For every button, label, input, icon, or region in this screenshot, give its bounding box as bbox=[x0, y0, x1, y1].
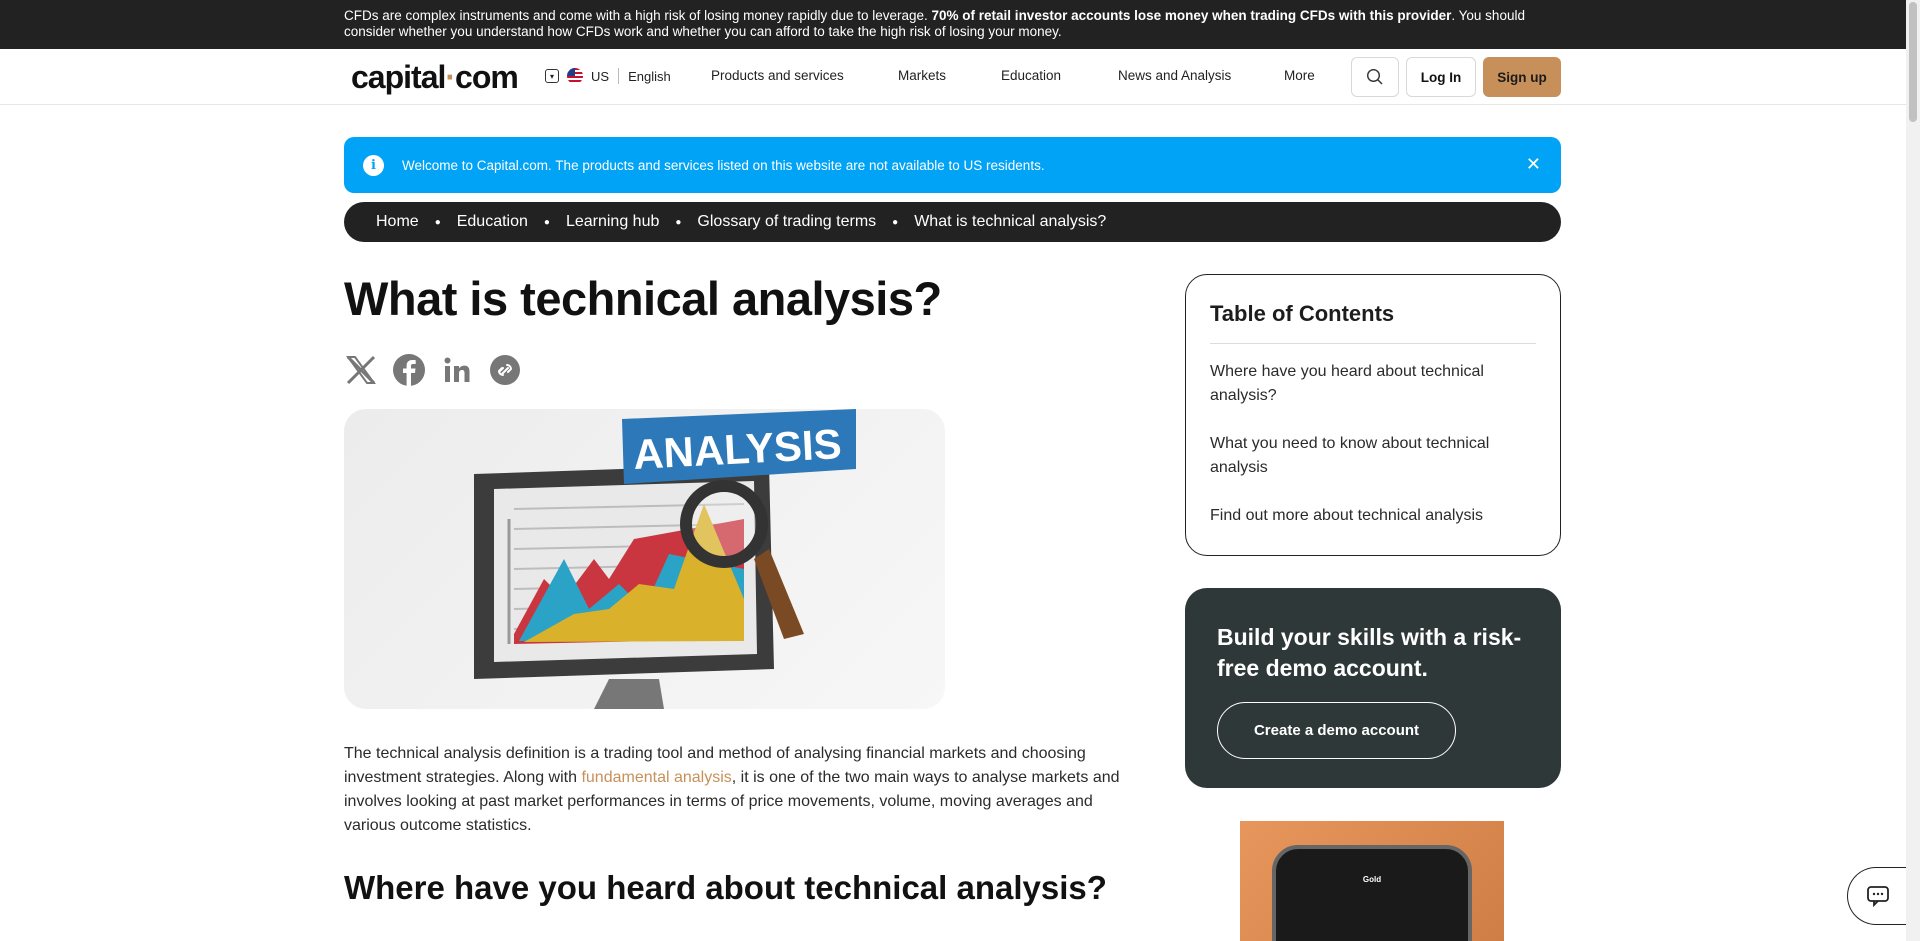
fundamental-analysis-link[interactable]: fundamental analysis bbox=[581, 769, 731, 786]
nav-products-and-services[interactable]: Products and services bbox=[711, 68, 844, 83]
page-title: What is technical analysis? bbox=[344, 272, 942, 325]
breadcrumb-learning-hub[interactable]: Learning hub bbox=[566, 213, 659, 231]
nav-news-and-analysis[interactable]: News and Analysis bbox=[1118, 68, 1231, 83]
page-scrollbar[interactable] bbox=[1906, 0, 1920, 941]
share-bar bbox=[344, 353, 522, 387]
capital-logo[interactable]: capital·com bbox=[351, 59, 519, 96]
table-of-contents: Table of Contents Where have you heard a… bbox=[1185, 274, 1561, 556]
toc-item[interactable]: What you need to know about technical an… bbox=[1210, 432, 1536, 480]
us-residents-notice: i Welcome to Capital.com. The products a… bbox=[344, 137, 1561, 193]
region-language-selector[interactable]: ▾ US English bbox=[545, 68, 671, 84]
copy-link-icon[interactable] bbox=[488, 353, 522, 387]
breadcrumb-education[interactable]: Education bbox=[457, 213, 528, 231]
toc-heading: Table of Contents bbox=[1210, 301, 1536, 344]
logo-text-left: capital bbox=[351, 59, 446, 95]
us-flag-icon bbox=[567, 68, 583, 84]
nav-more[interactable]: More bbox=[1284, 68, 1315, 83]
risk-warning-banner: CFDs are complex instruments and come wi… bbox=[0, 0, 1906, 49]
search-button[interactable] bbox=[1351, 57, 1399, 97]
phone-mockup: Gold bbox=[1272, 845, 1472, 941]
language-label: English bbox=[628, 68, 671, 84]
nav-markets[interactable]: Markets bbox=[898, 68, 946, 83]
login-button[interactable]: Log In bbox=[1406, 57, 1476, 97]
promo-asset-label: Gold bbox=[1362, 875, 1382, 884]
chat-button[interactable] bbox=[1847, 867, 1907, 925]
risk-text-pre: CFDs are complex instruments and come wi… bbox=[344, 8, 932, 23]
breadcrumb-glossary[interactable]: Glossary of trading terms bbox=[697, 213, 876, 231]
breadcrumb-home[interactable]: Home bbox=[376, 213, 419, 231]
chevron-down-icon: ▾ bbox=[545, 69, 559, 83]
risk-text-bold: 70% of retail investor accounts lose mon… bbox=[931, 8, 1452, 23]
region-label: US bbox=[591, 68, 610, 84]
close-icon[interactable]: ✕ bbox=[1526, 154, 1541, 175]
app-promo-banner[interactable]: Gold bbox=[1240, 821, 1504, 941]
breadcrumb-separator: ● bbox=[892, 216, 899, 228]
toc-item[interactable]: Where have you heard about technical ana… bbox=[1210, 360, 1536, 408]
breadcrumb-separator: ● bbox=[675, 216, 682, 228]
logo-text-right: com bbox=[455, 59, 519, 95]
breadcrumb-separator: ● bbox=[543, 216, 550, 228]
scrollbar-thumb[interactable] bbox=[1909, 2, 1917, 122]
demo-account-card: Build your skills with a risk-free demo … bbox=[1185, 588, 1561, 788]
chat-icon bbox=[1866, 886, 1889, 907]
facebook-icon[interactable] bbox=[392, 353, 426, 387]
logo-dot: · bbox=[445, 59, 456, 95]
breadcrumb: Home ● Education ● Learning hub ● Glossary … bbox=[344, 202, 1561, 242]
divider bbox=[618, 68, 620, 84]
site-header: capital·com ▾ US English Products and se… bbox=[0, 49, 1906, 105]
info-icon: i bbox=[363, 154, 384, 176]
x-twitter-icon[interactable] bbox=[344, 353, 378, 387]
breadcrumb-separator: ● bbox=[434, 216, 441, 228]
notice-text: Welcome to Capital.com. The products and… bbox=[402, 157, 1045, 173]
search-icon bbox=[1366, 68, 1383, 85]
hero-image: ANALYSIS bbox=[344, 409, 945, 709]
toc-item[interactable]: Find out more about technical analysis bbox=[1210, 504, 1536, 528]
linkedin-icon[interactable] bbox=[440, 353, 474, 387]
breadcrumb-current: What is technical analysis? bbox=[914, 213, 1107, 230]
section-heading: Where have you heard about technical ana… bbox=[344, 869, 1107, 906]
analysis-illustration: ANALYSIS bbox=[474, 409, 856, 709]
create-demo-account-button[interactable]: Create a demo account bbox=[1217, 702, 1456, 759]
nav-education[interactable]: Education bbox=[1001, 68, 1061, 83]
signup-button[interactable]: Sign up bbox=[1483, 57, 1561, 97]
intro-paragraph: The technical analysis definition is a t… bbox=[344, 742, 1144, 838]
demo-card-title: Build your skills with a risk-free demo … bbox=[1217, 624, 1522, 681]
